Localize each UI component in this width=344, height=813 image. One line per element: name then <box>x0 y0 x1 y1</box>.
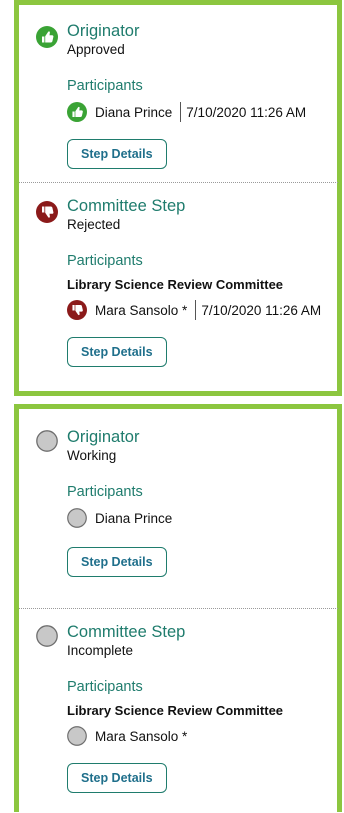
step-status: Incomplete <box>67 643 134 658</box>
participant-timestamp: 7/10/2020 11:26 AM <box>186 104 307 120</box>
separator <box>195 300 197 320</box>
participants-label: Participants <box>67 679 143 695</box>
step-details-button[interactable]: Step Details <box>67 337 167 367</box>
step-divider <box>19 182 338 183</box>
workflow-step-originator: Originator Approved Participants Diana P… <box>19 22 337 182</box>
participant-name: Diana Prince <box>95 104 173 120</box>
step-title: Originator <box>67 22 140 40</box>
step-details-button[interactable]: Step Details <box>67 547 167 577</box>
step-title: Originator <box>67 428 140 446</box>
committee-name: Library Science Review Committee <box>67 277 284 292</box>
committee-name: Library Science Review Committee <box>67 703 284 718</box>
participant-row: Mara Sansolo * <box>67 725 337 747</box>
workflow-step-originator: Originator Working Participants Diana Pr… <box>19 428 337 608</box>
participant-timestamp: 7/10/2020 11:26 AM <box>201 302 322 318</box>
step-details-button[interactable]: Step Details <box>67 139 167 169</box>
pending-circle-icon <box>67 726 87 746</box>
step-status: Approved <box>67 42 125 57</box>
workflow-step-committee: Committee Step Incomplete Participants L… <box>19 623 337 813</box>
participant-name: Mara Sansolo * <box>95 728 188 744</box>
participants-label: Participants <box>67 484 143 500</box>
thumbs-up-icon <box>67 102 87 122</box>
step-status: Rejected <box>67 217 121 232</box>
step-title: Committee Step <box>67 623 186 641</box>
workflow-step-committee: Committee Step Rejected Participants Lib… <box>19 197 337 387</box>
participant-name: Mara Sansolo * <box>95 302 188 318</box>
approval-panel-completed: Originator Approved Participants Diana P… <box>14 0 342 396</box>
participant-row: Diana Prince <box>67 507 337 529</box>
pending-circle-icon <box>67 508 87 528</box>
participants-label: Participants <box>67 78 143 94</box>
thumbs-up-icon <box>36 26 58 48</box>
step-divider <box>19 608 338 609</box>
step-status: Working <box>67 448 117 463</box>
separator <box>180 102 182 122</box>
approval-panel-pending: Originator Working Participants Diana Pr… <box>14 404 342 812</box>
step-title: Committee Step <box>67 197 186 215</box>
pending-circle-icon <box>36 430 58 452</box>
participants-label: Participants <box>67 253 143 269</box>
pending-circle-icon <box>36 625 58 647</box>
step-details-button[interactable]: Step Details <box>67 763 167 793</box>
participant-row: Diana Prince 7/10/2020 11:26 AM <box>67 101 337 123</box>
participant-name: Diana Prince <box>95 510 173 526</box>
thumbs-down-icon <box>67 300 87 320</box>
participant-row: Mara Sansolo * 7/10/2020 11:26 AM <box>67 299 337 321</box>
thumbs-down-icon <box>36 201 58 223</box>
